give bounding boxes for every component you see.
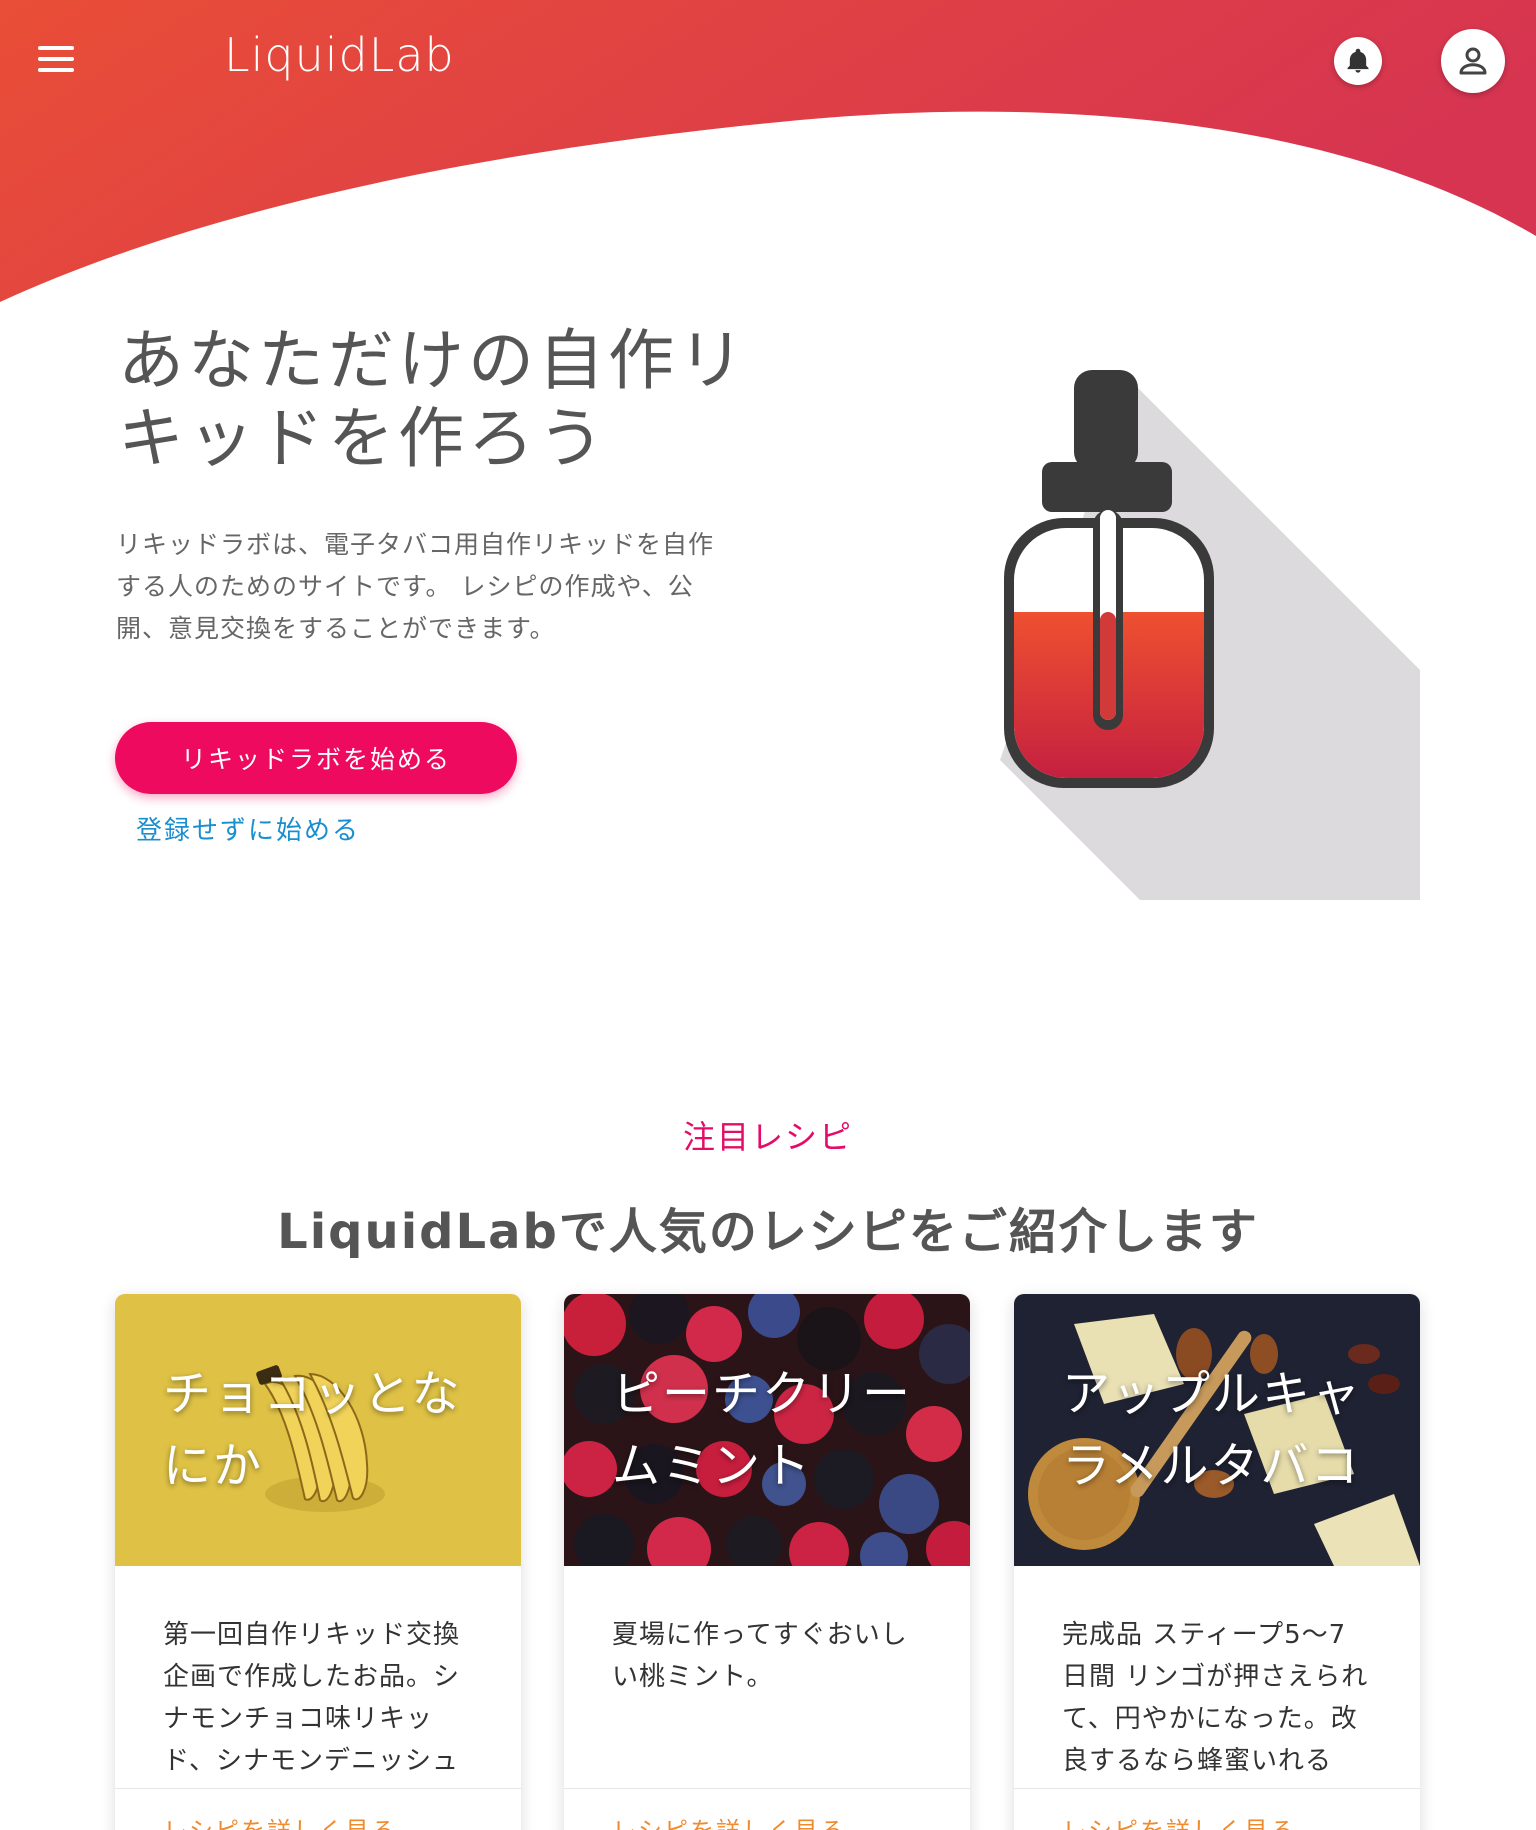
- recipe-card-image[interactable]: アップルキャラメルタバコ: [1014, 1294, 1420, 1566]
- start-liquidlab-button[interactable]: リキッドラボを始める: [115, 722, 517, 794]
- site-logo[interactable]: LiquidLab: [224, 28, 455, 82]
- recipe-card-image[interactable]: チョコッとなにか: [115, 1294, 521, 1566]
- recipe-detail-link[interactable]: レシピを詳しく見る: [115, 1789, 521, 1830]
- recipe-card-description: 完成品 スティープ5〜7日間 リンゴが押さえられて、円やかになった。改良するなら…: [1062, 1620, 1369, 1776]
- hamburger-menu-icon[interactable]: [38, 46, 82, 80]
- featured-title: LiquidLabで人気のレシピをご紹介します: [277, 1204, 1259, 1260]
- hero-description: リキッドラボは、電子タバコ用自作リキッドを自作する人のためのサイトです。 レシピ…: [116, 530, 715, 643]
- recipe-card: チョコッとなにか 第一回自作リキッド交換企画で作成したお品。シナモンチョコ味リキ…: [115, 1294, 521, 1830]
- recipe-card-title: チョコッとなにか: [163, 1366, 462, 1494]
- recipe-card-image[interactable]: ピーチクリームミント: [564, 1294, 970, 1566]
- recipe-card: アップルキャラメルタバコ 完成品 スティープ5〜7日間 リンゴが押さえられて、円…: [1014, 1294, 1420, 1830]
- recipe-card-title: アップルキャラメルタバコ: [1062, 1366, 1363, 1494]
- recipe-card-description: 第一回自作リキッド交換企画で作成したお品。シナモンチョコ味リキッド、シナモンデニ…: [163, 1620, 461, 1776]
- hero-title: あなただけの自作リキッドを作ろう: [118, 322, 748, 477]
- recipe-detail-link[interactable]: レシピを詳しく見る: [1014, 1789, 1420, 1830]
- person-icon: [1459, 47, 1487, 75]
- recipe-card-description: 夏場に作ってすぐおいしい桃ミント。: [612, 1620, 908, 1692]
- start-without-signup-link[interactable]: 登録せずに始める: [136, 810, 360, 847]
- top-app-bar: LiquidLab: [0, 0, 1536, 120]
- featured-eyebrow: 注目レシピ: [682, 1118, 853, 1156]
- notifications-button[interactable]: [1334, 37, 1382, 85]
- recipe-detail-link[interactable]: レシピを詳しく見る: [564, 1789, 970, 1830]
- dropper-bottle-illustration: [1000, 370, 1420, 900]
- recipe-card: ピーチクリームミント 夏場に作ってすぐおいしい桃ミント。 レシピを詳しく見る: [564, 1294, 970, 1830]
- recipe-card-title: ピーチクリームミント: [612, 1366, 913, 1494]
- account-button[interactable]: [1441, 29, 1505, 93]
- bell-icon: [1347, 48, 1369, 73]
